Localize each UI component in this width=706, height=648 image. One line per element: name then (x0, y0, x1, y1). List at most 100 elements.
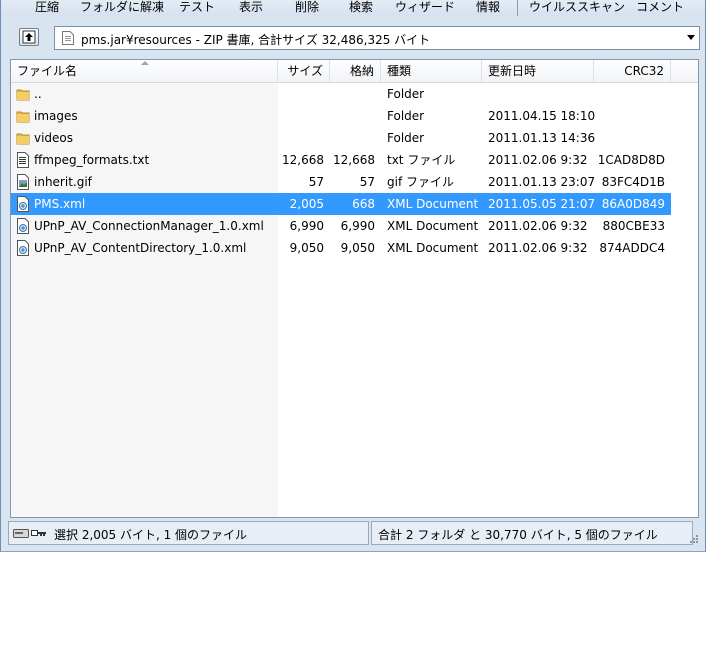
status-selection-text: 選択 2,005 バイト, 1 個のファイル (54, 528, 248, 542)
zip-archive-icon (62, 31, 74, 45)
file-name: inherit.gif (34, 175, 92, 189)
file-size: 12,668 (282, 153, 324, 167)
file-crc (594, 105, 665, 127)
file-modified: 2011.04.15 18:10 (488, 109, 596, 123)
address-bar: pms.jar¥resources - ZIP 書庫, 合計サイズ 32,486… (1, 24, 705, 54)
file-type: txt ファイル (387, 153, 456, 167)
file-size: 9,050 (289, 241, 324, 255)
sort-arrow-icon (141, 61, 149, 65)
file-crc: 1CAD8D8D (597, 153, 665, 167)
file-packed-size: 6,990 (340, 219, 375, 233)
xml-file-icon (16, 240, 30, 256)
toolbar-view-button[interactable]: 表示 (239, 0, 263, 14)
column-header: ファイル名 サイズ 格納 種類 更新日時 CRC32 (11, 60, 698, 83)
file-modified: 2011.02.06 9:32 (488, 219, 588, 233)
file-row[interactable]: inherit.gif 57 57 gif ファイル 2011.01.13 23:07 8… (11, 171, 671, 193)
toolbar-separator (517, 0, 518, 16)
file-modified: 2011.02.06 9:32 (488, 241, 588, 255)
file-type: XML Document (387, 241, 479, 255)
file-size: 6,990 (289, 219, 324, 233)
toolbar-extract-button[interactable]: フォルダに解凍 (80, 0, 164, 14)
file-name: videos (34, 131, 74, 145)
file-row[interactable]: .. Folder (11, 83, 671, 105)
file-row[interactable]: UPnP_AV_ConnectionManager_1.0.xml 6,990 6,… (11, 215, 671, 237)
file-packed-size: 12,668 (333, 153, 375, 167)
file-crc: 874ADDC4 (599, 241, 665, 255)
column-type[interactable]: 種類 (381, 60, 482, 82)
drive-icon (13, 529, 29, 538)
status-total-text: 合計 2 フォルダ と 30,770 バイト, 5 個のファイル (378, 528, 658, 542)
file-type: Folder (387, 131, 425, 145)
file-type: gif ファイル (387, 175, 454, 189)
file-type: XML Document (387, 197, 479, 211)
file-size (278, 127, 324, 149)
toolbar-info-button[interactable]: 情報 (476, 0, 500, 14)
key-icon (31, 530, 46, 536)
folder-icon (16, 108, 30, 124)
file-modified: 2011.05.05 21:07 (488, 197, 596, 211)
toolbar-compress-button[interactable]: 圧縮 (35, 0, 59, 14)
image-file-icon (16, 174, 30, 190)
file-name: UPnP_AV_ConnectionManager_1.0.xml (34, 219, 264, 233)
file-modified: 2011.01.13 14:36 (488, 131, 596, 145)
file-type: XML Document (387, 219, 479, 233)
file-crc (594, 127, 665, 149)
column-packed[interactable]: 格納 (330, 60, 381, 82)
file-crc: 86A0D849 (601, 197, 665, 211)
up-arrow-icon (22, 30, 36, 44)
file-crc: 83FC4D1B (601, 175, 665, 189)
toolbar-virus-scan-button[interactable]: ウイルススキャン (529, 0, 625, 14)
address-field[interactable]: pms.jar¥resources - ZIP 書庫, 合計サイズ 32,486… (54, 26, 700, 50)
resize-grip-icon[interactable] (689, 534, 699, 544)
toolbar-search-button[interactable]: 検索 (349, 0, 373, 14)
address-dropdown-icon[interactable] (687, 35, 695, 40)
file-size: 2,005 (289, 197, 324, 211)
text-file-icon (16, 152, 30, 168)
toolbar-comment-button[interactable]: コメント (636, 0, 684, 14)
file-packed-size: 57 (359, 175, 375, 189)
file-crc (594, 83, 665, 105)
file-size (278, 83, 324, 105)
file-row[interactable]: PMS.xml 2,005 668 XML Document 2011.05.05 21… (11, 193, 671, 215)
file-crc: 880CBE33 (602, 219, 665, 233)
toolbar-wizard-button[interactable]: ウィザード (395, 0, 455, 14)
file-packed-size (330, 105, 375, 127)
file-modified (488, 83, 594, 105)
file-type: Folder (387, 109, 425, 123)
archive-window: 圧縮 フォルダに解凍 テスト 表示 削除 検索 ウィザード 情報 ウイルススキャ… (0, 0, 706, 552)
column-size[interactable]: サイズ (278, 60, 330, 82)
toolbar: 圧縮 フォルダに解凍 テスト 表示 削除 検索 ウィザード 情報 ウイルススキャ… (1, 0, 705, 17)
file-name: UPnP_AV_ContentDirectory_1.0.xml (34, 241, 247, 255)
folder-icon (16, 86, 30, 102)
file-row[interactable]: images Folder 2011.04.15 18:10 (11, 105, 671, 127)
file-row[interactable]: UPnP_AV_ContentDirectory_1.0.xml 9,050 9,0… (11, 237, 671, 259)
folder-icon (16, 130, 30, 146)
status-total-pane: 合計 2 フォルダ と 30,770 バイト, 5 個のファイル (371, 521, 693, 545)
file-packed-size (330, 83, 375, 105)
file-name: PMS.xml (34, 197, 86, 211)
status-selection-pane: 選択 2,005 バイト, 1 個のファイル (8, 521, 369, 545)
file-size (278, 105, 324, 127)
xml-file-icon (16, 218, 30, 234)
file-packed-size: 9,050 (340, 241, 375, 255)
file-row[interactable]: videos Folder 2011.01.13 14:36 (11, 127, 671, 149)
file-row[interactable]: ffmpeg_formats.txt 12,668 12,668 txt ファイル 20… (11, 149, 671, 171)
address-path: pms.jar¥resources - ZIP 書庫, 合計サイズ 32,486… (81, 33, 431, 47)
file-name: images (34, 109, 78, 123)
file-packed-size (330, 127, 375, 149)
file-modified: 2011.01.13 23:07 (488, 175, 596, 189)
file-name: ffmpeg_formats.txt (34, 153, 150, 167)
file-name: .. (34, 87, 42, 101)
file-list: ファイル名 サイズ 格納 種類 更新日時 CRC32 .. Folder image… (10, 59, 699, 518)
file-modified: 2011.02.06 9:32 (488, 153, 588, 167)
toolbar-delete-button[interactable]: 削除 (295, 0, 319, 14)
toolbar-test-button[interactable]: テスト (179, 0, 215, 14)
file-type: Folder (387, 87, 425, 101)
column-modified[interactable]: 更新日時 (482, 60, 594, 82)
column-crc[interactable]: CRC32 (594, 60, 671, 82)
file-size: 57 (308, 175, 324, 189)
xml-file-icon (16, 196, 30, 212)
status-bar: 選択 2,005 バイト, 1 個のファイル 合計 2 フォルダ と 30,77… (8, 521, 700, 545)
file-packed-size: 668 (352, 197, 375, 211)
up-folder-button[interactable] (19, 28, 39, 46)
